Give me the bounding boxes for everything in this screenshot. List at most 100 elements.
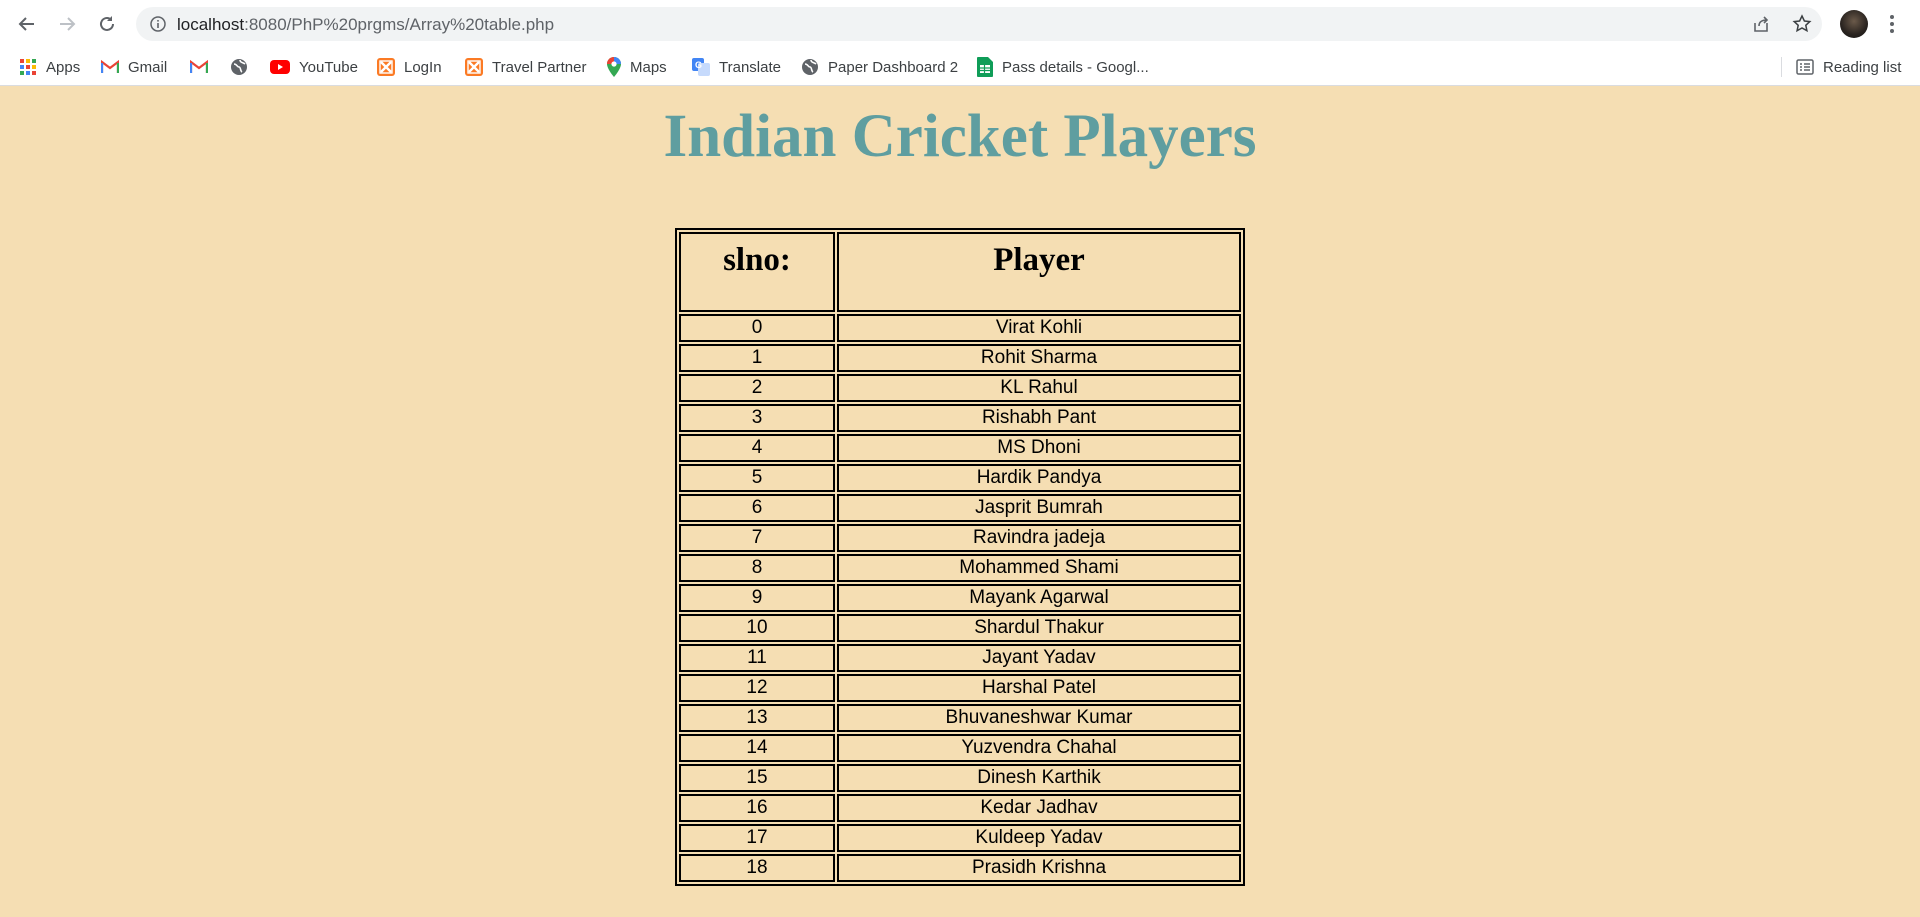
table-row: 3 Rishabh Pant: [679, 404, 1241, 432]
table-row: 5 Hardik Pandya: [679, 464, 1241, 492]
player-cell: Jasprit Bumrah: [837, 494, 1241, 522]
bookmark-star-icon[interactable]: [1792, 14, 1812, 34]
bookmark-label: Pass details - Googl...: [1002, 58, 1149, 76]
bookmark-travel-partner[interactable]: Travel Partner: [465, 57, 586, 77]
gmail-icon: [190, 59, 208, 73]
globe-icon: [231, 59, 247, 75]
slno-cell: 14: [679, 734, 835, 762]
bookmark-label: Travel Partner: [492, 58, 587, 76]
slno-cell: 7: [679, 524, 835, 552]
slno-cell: 8: [679, 554, 835, 582]
table-row: 2 KL Rahul: [679, 374, 1241, 402]
players-table: slno: Player 0 Virat Kohli 1 Rohit Sharma 2 K…: [675, 228, 1245, 886]
slno-cell: 13: [679, 704, 835, 732]
more-menu-icon[interactable]: [1882, 12, 1902, 36]
table-row: 7 Ravindra jadeja: [679, 524, 1241, 552]
browser-toolbar: localhost:8080/PhP%20prgms/Array%20table…: [0, 0, 1920, 48]
table-row: 18 Prasidh Krishna: [679, 854, 1241, 882]
bookmark-globe[interactable]: [230, 57, 257, 77]
player-cell: Mayank Agarwal: [837, 584, 1241, 612]
bookmark-label: LogIn: [404, 58, 442, 76]
gmail-icon: [101, 59, 119, 73]
slno-cell: 9: [679, 584, 835, 612]
bookmark-gmail[interactable]: Gmail: [101, 57, 167, 77]
bookmark-translate[interactable]: G Translate: [692, 57, 781, 77]
slno-cell: 17: [679, 824, 835, 852]
bookmark-label: Paper Dashboard 2: [828, 58, 959, 76]
player-cell: Kuldeep Yadav: [837, 824, 1241, 852]
slno-cell: 12: [679, 674, 835, 702]
bookmark-paper-dashboard[interactable]: Paper Dashboard 2: [801, 57, 958, 77]
bookmark-label: Apps: [46, 58, 81, 76]
slno-cell: 1: [679, 344, 835, 372]
table-row: 4 MS Dhoni: [679, 434, 1241, 462]
table-row: 16 Kedar Jadhav: [679, 794, 1241, 822]
site-info-icon[interactable]: [150, 16, 166, 32]
reading-list-icon: [1796, 59, 1814, 75]
forward-arrow-icon: [60, 17, 76, 31]
player-cell: Ravindra jadeja: [837, 524, 1241, 552]
reading-list-button[interactable]: Reading list: [1796, 57, 1901, 77]
url-text[interactable]: localhost:8080/PhP%20prgms/Array%20table…: [177, 15, 554, 35]
bookmark-label: Maps: [630, 58, 667, 76]
table-row: 15 Dinesh Karthik: [679, 764, 1241, 792]
table-row: 8 Mohammed Shami: [679, 554, 1241, 582]
back-arrow-icon: [18, 17, 34, 31]
profile-avatar[interactable]: [1840, 10, 1868, 38]
xampp-icon: [377, 58, 395, 76]
player-cell: Prasidh Krishna: [837, 854, 1241, 882]
slno-cell: 16: [679, 794, 835, 822]
address-bar[interactable]: localhost:8080/PhP%20prgms/Array%20table…: [136, 7, 1822, 41]
slno-cell: 15: [679, 764, 835, 792]
player-cell: Virat Kohli: [837, 314, 1241, 342]
bookmarks-bar: Apps Gmail YouTube LogIn Travel Partner …: [0, 48, 1920, 86]
slno-cell: 6: [679, 494, 835, 522]
browser-chrome: localhost:8080/PhP%20prgms/Array%20table…: [0, 0, 1920, 86]
slno-cell: 0: [679, 314, 835, 342]
table-row: 12 Harshal Patel: [679, 674, 1241, 702]
bookmark-login[interactable]: LogIn: [377, 57, 442, 77]
slno-cell: 3: [679, 404, 835, 432]
reading-list-label: Reading list: [1823, 58, 1902, 76]
player-cell: Kedar Jadhav: [837, 794, 1241, 822]
reload-icon: [100, 16, 114, 31]
url-host: localhost: [177, 15, 245, 34]
table-row: 14 Yuzvendra Chahal: [679, 734, 1241, 762]
bookmark-apps[interactable]: Apps: [19, 57, 80, 77]
player-cell: KL Rahul: [837, 374, 1241, 402]
player-cell: Hardik Pandya: [837, 464, 1241, 492]
bookmark-maps[interactable]: Maps: [607, 57, 667, 77]
player-cell: Dinesh Karthik: [837, 764, 1241, 792]
translate-icon: G: [692, 58, 710, 76]
bookmark-label: Translate: [719, 58, 781, 76]
bookmark-label: YouTube: [299, 58, 358, 76]
slno-cell: 5: [679, 464, 835, 492]
table-row: 6 Jasprit Bumrah: [679, 494, 1241, 522]
forward-button[interactable]: [51, 8, 83, 40]
bookmark-youtube[interactable]: YouTube: [270, 57, 358, 77]
slno-cell: 2: [679, 374, 835, 402]
table-header-row: slno: Player: [679, 232, 1241, 312]
slno-cell: 11: [679, 644, 835, 672]
header-slno: slno:: [679, 232, 835, 312]
player-cell: Yuzvendra Chahal: [837, 734, 1241, 762]
share-icon[interactable]: [1751, 14, 1771, 34]
player-cell: Shardul Thakur: [837, 614, 1241, 642]
player-cell: Harshal Patel: [837, 674, 1241, 702]
player-cell: Rohit Sharma: [837, 344, 1241, 372]
reload-button[interactable]: [91, 8, 123, 40]
table-row: 0 Virat Kohli: [679, 314, 1241, 342]
slno-cell: 18: [679, 854, 835, 882]
bookmark-label: Gmail: [128, 58, 168, 76]
player-cell: Mohammed Shami: [837, 554, 1241, 582]
globe-icon: [802, 59, 818, 75]
bookmark-gmail-2[interactable]: [190, 57, 217, 77]
page-content: Indian Cricket Players slno: Player 0 Vir…: [0, 86, 1920, 917]
bookmark-pass-details[interactable]: Pass details - Googl...: [977, 57, 1149, 77]
apps-grid-icon: [20, 59, 36, 75]
header-player: Player: [837, 232, 1241, 312]
xampp-icon: [465, 58, 483, 76]
back-button[interactable]: [11, 8, 43, 40]
table-row: 9 Mayank Agarwal: [679, 584, 1241, 612]
table-row: 13 Bhuvaneshwar Kumar: [679, 704, 1241, 732]
